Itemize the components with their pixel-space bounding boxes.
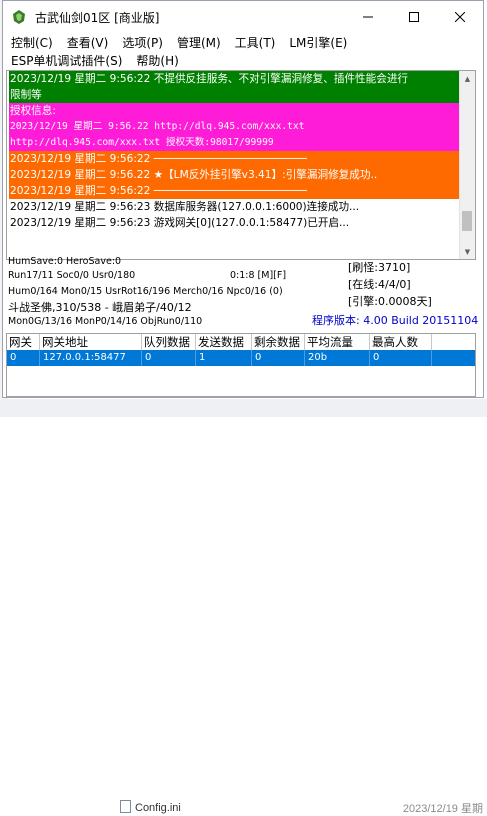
log-line: 2023/12/19 星期二 9:56:23 数据库服务器(127.0.0.1:… <box>10 201 360 213</box>
column-sent-data[interactable]: 发送数据 <box>196 334 252 350</box>
online-count: [在线:4/4/0] <box>348 278 411 291</box>
cell-avg-traffic: 20b <box>305 350 370 366</box>
stat-player: 斗战圣佛,310/538 - 峨眉弟子/40/12 <box>8 301 192 314</box>
cell-max-users: 0 <box>370 350 432 366</box>
engine-days: [引擎:0.0008天] <box>348 295 432 308</box>
table-row[interactable]: 0 127.0.0.1:58477 0 1 0 20b 0 <box>7 350 475 366</box>
log-line: 2023/12/19 星期二 9:56:22 ─────────────────… <box>9 183 459 199</box>
maximize-icon <box>409 12 419 22</box>
scroll-up-icon[interactable]: ▲ <box>460 71 475 86</box>
stat-mon: Mon0G/13/16 MonP0/14/16 ObjRun0/110 <box>8 316 203 327</box>
stat-hum: Hum0/164 Mon0/15 UsrRot16/196 Merch0/16 … <box>8 286 283 297</box>
cell-gateway: 0 <box>7 350 40 366</box>
minimize-icon <box>363 16 373 18</box>
desktop-file[interactable]: Config.ini <box>120 800 181 814</box>
desktop-file-date: 2023/12/19 星期 <box>402 803 483 815</box>
menu-bar-second-row: ESP单机调试插件(S) 帮助(H) <box>3 51 483 69</box>
log-lines: 2023/12/19 星期二 9:56:22 不提供反挂服务、不对引擎漏洞修复、… <box>9 71 459 231</box>
desktop-file-name: Config.ini <box>135 802 181 814</box>
scroll-thumb[interactable] <box>462 211 472 231</box>
gateway-table: 网关 网关地址 队列数据 发送数据 剩余数据 平均流量 最高人数 0 127.0… <box>6 333 476 397</box>
minimize-button[interactable] <box>345 1 391 33</box>
column-max-users[interactable]: 最高人数 <box>370 334 432 350</box>
desktop-file-row: Config.ini 2023/12/19 星期 <box>0 399 487 815</box>
stat-save: HumSave:0 HeroSave:0 <box>8 256 122 267</box>
menu-tools[interactable]: 工具(T) <box>235 34 276 51</box>
menu-help[interactable]: 帮助(H) <box>136 52 178 69</box>
menu-control[interactable]: 控制(C) <box>11 34 53 51</box>
cell-sent-data: 1 <box>196 350 252 366</box>
cell-gateway-address: 127.0.0.1:58477 <box>40 350 142 366</box>
menu-manage[interactable]: 管理(M) <box>177 34 221 51</box>
program-version: 程序版本: 4.00 Build 20151104 <box>312 314 479 327</box>
window-title: 古武仙剑01区 [商业版] <box>35 10 160 25</box>
log-line: 授权信息: <box>9 103 459 119</box>
cell-remaining-data: 0 <box>252 350 305 366</box>
log-line: 2023/12/19 星期二 9:56.22 ★【LM反外挂引擎v3.41】:引… <box>9 167 459 183</box>
column-gateway[interactable]: 网关 <box>7 334 40 350</box>
menu-lm-engine[interactable]: LM引擎(E) <box>289 34 347 51</box>
log-line: 限制等 <box>9 87 459 103</box>
column-avg-traffic[interactable]: 平均流量 <box>305 334 370 350</box>
cell-queue-data: 0 <box>142 350 196 366</box>
column-remaining-data[interactable]: 剩余数据 <box>252 334 305 350</box>
menu-bar: 控制(C) 查看(V) 选项(P) 管理(M) 工具(T) LM引擎(E) <box>3 33 483 51</box>
column-queue-data[interactable]: 队列数据 <box>142 334 196 350</box>
menu-esp-plugin[interactable]: ESP单机调试插件(S) <box>11 52 122 69</box>
close-icon <box>455 12 465 22</box>
maximize-button[interactable] <box>391 1 437 33</box>
app-icon <box>13 10 25 24</box>
document-icon <box>120 800 131 813</box>
column-gateway-address[interactable]: 网关地址 <box>40 334 142 350</box>
title-bar[interactable]: 古武仙剑01区 [商业版] <box>3 1 483 33</box>
stat-uptime: 0:1:8 [M][F] <box>230 270 287 281</box>
log-line: 2023/12/19 星期二 9:56.22 http://dlq.945.co… <box>9 119 459 135</box>
status-panel: HumSave:0 HeroSave:0 Run17/11 Soc0/0 Usr… <box>8 256 478 330</box>
stat-run: Run17/11 Soc0/0 Usr0/180 <box>8 270 136 281</box>
log-line: 2023/12/19 星期二 9:56:23 游戏网关[0](127.0.0.1… <box>10 217 350 229</box>
refresh-monster-count: [刷怪:3710] <box>348 261 411 274</box>
menu-view[interactable]: 查看(V) <box>67 34 109 51</box>
log-line: http://dlq.945.com/xxx.txt 授权天数:98017/99… <box>9 135 459 151</box>
log-line: 2023/12/19 星期二 9:56:22 ─────────────────… <box>9 151 459 167</box>
log-panel[interactable]: 2023/12/19 星期二 9:56:22 不提供反挂服务、不对引擎漏洞修复、… <box>6 70 476 260</box>
menu-options[interactable]: 选项(P) <box>122 34 163 51</box>
table-header: 网关 网关地址 队列数据 发送数据 剩余数据 平均流量 最高人数 <box>7 334 475 350</box>
close-button[interactable] <box>437 1 483 33</box>
log-line: 2023/12/19 星期二 9:56:22 不提供反挂服务、不对引擎漏洞修复、… <box>9 71 459 87</box>
log-scrollbar[interactable]: ▲ ▼ <box>459 71 475 259</box>
